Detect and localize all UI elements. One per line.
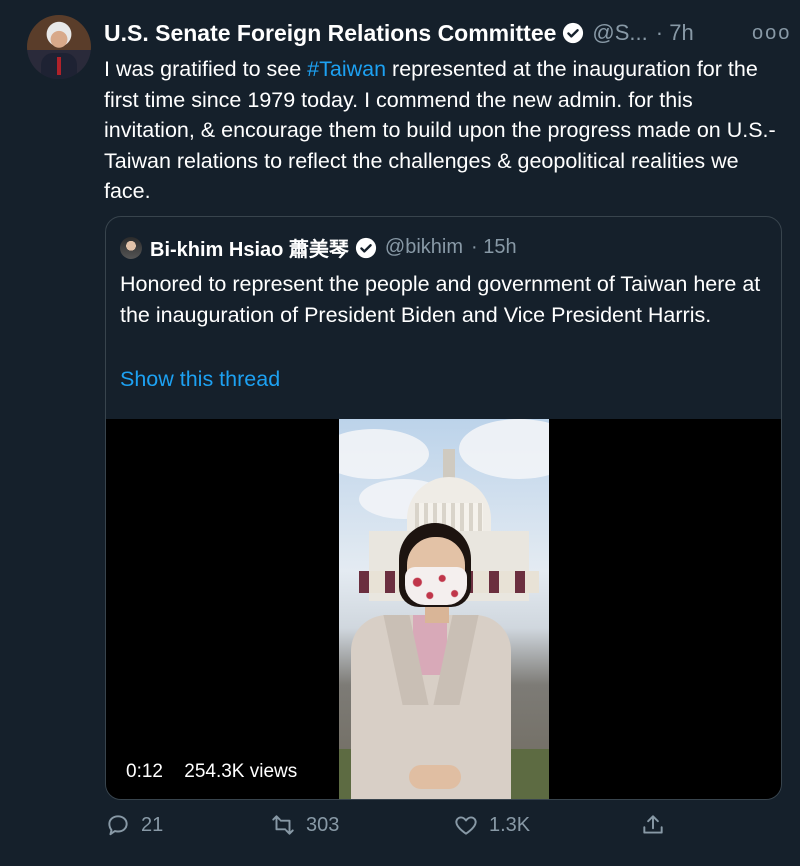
quoted-author-handle[interactable]: @bikhim	[385, 236, 463, 259]
video-frame	[339, 419, 549, 799]
capitol-lantern	[443, 449, 455, 479]
tweet[interactable]: U.S. Senate Foreign Relations Committee …	[0, 0, 800, 866]
cloud	[339, 429, 429, 479]
author-avatar[interactable]	[27, 15, 91, 79]
share-icon	[643, 815, 663, 834]
quoted-author-name[interactable]: Bi-khim Hsiao 蕭美琴	[150, 233, 349, 262]
reply-button[interactable]: 21	[105, 812, 163, 838]
tweet-time[interactable]: · 7h	[656, 20, 694, 46]
like-button[interactable]: 1.3K	[453, 812, 530, 838]
avatar-tie	[57, 57, 61, 75]
video-overlay: 0:12 254.3K views	[126, 761, 313, 783]
quoted-tweet-time[interactable]: · 15h	[471, 236, 517, 259]
verified-badge-icon	[563, 22, 584, 44]
verified-badge-icon	[355, 237, 377, 258]
video-player[interactable]: 0:12 254.3K views	[106, 419, 781, 799]
cloud	[459, 419, 549, 479]
quoted-author-avatar[interactable]	[120, 236, 142, 259]
tweet-text-part: I was gratified to see	[104, 57, 308, 81]
like-count: 1.3K	[489, 813, 531, 836]
retweet-count: 303	[306, 813, 340, 836]
quoted-tweet-header: Bi-khim Hsiao 蕭美琴 @bikhim · 15h	[120, 233, 517, 262]
retweet-button[interactable]: 303	[270, 812, 339, 838]
face-mask	[405, 567, 467, 605]
tweet-header: U.S. Senate Foreign Relations Committee …	[104, 18, 694, 48]
video-duration: 0:12	[126, 761, 163, 782]
author-handle[interactable]: @S...	[592, 20, 647, 46]
share-button[interactable]	[640, 812, 676, 838]
more-options-icon[interactable]: ooo	[752, 22, 791, 45]
reply-count: 21	[141, 813, 164, 836]
hashtag-link[interactable]: #Taiwan	[307, 57, 386, 81]
retweet-icon	[272, 815, 294, 835]
person-hands	[409, 765, 461, 789]
tweet-actions: 21 303 1.3K	[0, 812, 800, 852]
tweet-text: I was gratified to see #Taiwan represent…	[104, 54, 784, 207]
reply-icon	[108, 815, 128, 836]
author-name[interactable]: U.S. Senate Foreign Relations Committee	[104, 20, 556, 47]
video-views: 254.3K views	[184, 761, 298, 782]
heart-icon	[455, 816, 477, 835]
show-thread-link[interactable]: Show this thread	[120, 367, 280, 392]
quoted-tweet-text: Honored to represent the people and gove…	[120, 272, 761, 327]
quoted-tweet[interactable]: Bi-khim Hsiao 蕭美琴 @bikhim · 15h Honored …	[105, 216, 782, 800]
